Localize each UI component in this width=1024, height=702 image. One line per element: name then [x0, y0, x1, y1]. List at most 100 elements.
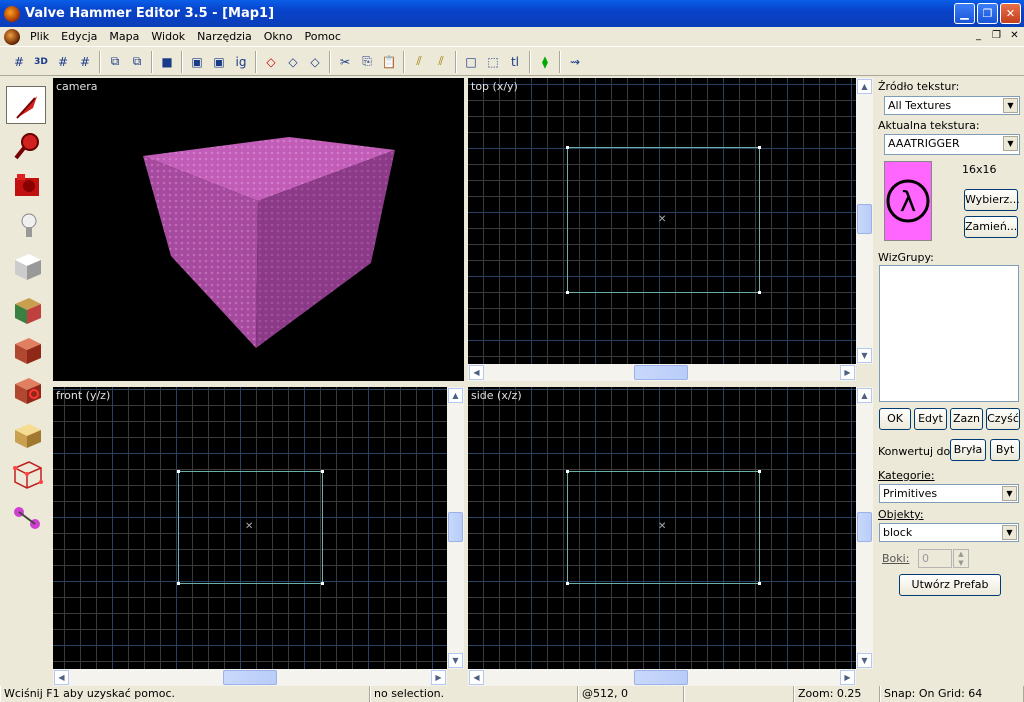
- scroll-right-icon[interactable]: ▶: [840, 365, 855, 380]
- tie-to-entity-icon[interactable]: ⫽: [408, 51, 430, 73]
- side-view-label: side (x/z): [471, 389, 522, 402]
- scroll-down-icon[interactable]: ▼: [448, 653, 463, 668]
- vizgroups-list[interactable]: [879, 265, 1019, 402]
- close-button[interactable]: ✕: [1000, 3, 1021, 24]
- chevron-down-icon[interactable]: ▼: [1003, 136, 1018, 151]
- selection-tool[interactable]: [6, 86, 46, 124]
- menu-tools[interactable]: Narzędzia: [191, 30, 258, 43]
- entity-tool[interactable]: [6, 206, 46, 244]
- to-brush-button[interactable]: Bryła: [950, 439, 986, 461]
- scroll-down-icon[interactable]: ▼: [857, 348, 872, 363]
- grid-toggle-icon[interactable]: #: [8, 51, 30, 73]
- maximize-button[interactable]: ❐: [977, 3, 998, 24]
- document-icon[interactable]: [4, 28, 20, 45]
- scroll-thumb[interactable]: [448, 512, 463, 542]
- side-horizontal-scrollbar[interactable]: ◀ ▶: [468, 669, 856, 686]
- scroll-thumb[interactable]: [857, 512, 872, 542]
- larger-grid-icon[interactable]: #: [74, 51, 96, 73]
- apply-texture-tool[interactable]: [6, 330, 46, 368]
- 3d-grid-icon[interactable]: 3D: [30, 51, 52, 73]
- smaller-grid-icon[interactable]: #: [52, 51, 74, 73]
- ungroup-icon[interactable]: ⧉: [126, 51, 148, 73]
- mdi-restore-button[interactable]: ❐: [989, 29, 1004, 43]
- top-vertical-scrollbar[interactable]: ▲ ▼: [856, 78, 873, 364]
- categories-select[interactable]: Primitives ▼: [879, 484, 1019, 503]
- scroll-up-icon[interactable]: ▲: [857, 388, 872, 403]
- cube-outline-icon[interactable]: ◇: [304, 51, 326, 73]
- scroll-left-icon[interactable]: ◀: [54, 670, 69, 685]
- magnify-tool[interactable]: [6, 126, 46, 164]
- browse-button[interactable]: Wybierz...: [964, 189, 1020, 211]
- menu-file[interactable]: Plik: [24, 30, 55, 43]
- camera-tool[interactable]: [6, 166, 46, 204]
- menu-edit[interactable]: Edycja: [55, 30, 103, 43]
- purge-button[interactable]: Czyść: [986, 408, 1020, 430]
- chevron-down-icon[interactable]: ▼: [1003, 98, 1018, 113]
- camera-viewport[interactable]: camera: [53, 78, 464, 381]
- path-tool[interactable]: [6, 498, 46, 536]
- texture-source-select[interactable]: All Textures ▼: [884, 96, 1020, 115]
- hollow-icon[interactable]: ◇: [282, 51, 304, 73]
- scroll-right-icon[interactable]: ▶: [431, 670, 446, 685]
- selection-box-icon[interactable]: □: [460, 51, 482, 73]
- texture-application-tool[interactable]: [6, 290, 46, 328]
- status-zoom: Zoom: 0.25: [794, 686, 880, 702]
- group-icon[interactable]: ⧉: [104, 51, 126, 73]
- scroll-thumb[interactable]: [634, 365, 688, 380]
- menu-map[interactable]: Mapa: [103, 30, 145, 43]
- block-tool[interactable]: [6, 246, 46, 284]
- create-prefab-button[interactable]: Utwórz Prefab: [899, 574, 1001, 596]
- chevron-down-icon[interactable]: ▼: [1002, 486, 1017, 501]
- ignore-groups-label[interactable]: ig: [230, 51, 252, 73]
- hide-unselected-icon[interactable]: ▣: [208, 51, 230, 73]
- front-horizontal-scrollbar[interactable]: ◀ ▶: [53, 669, 447, 686]
- current-texture-select[interactable]: AAATRIGGER ▼: [884, 134, 1020, 155]
- carve-icon[interactable]: ◇: [260, 51, 282, 73]
- top-viewport[interactable]: ✕ top (x/y) ▲ ▼ ◀ ▶: [468, 78, 873, 381]
- clipping-tool[interactable]: [6, 414, 46, 452]
- objects-select[interactable]: block ▼: [879, 523, 1019, 542]
- side-viewport[interactable]: ✕ side (x/z) ▲ ▼ ◀ ▶: [468, 387, 873, 686]
- texture-lock-icon[interactable]: ■: [156, 51, 178, 73]
- hide-selected-icon[interactable]: ▣: [186, 51, 208, 73]
- menu-help[interactable]: Pomoc: [299, 30, 347, 43]
- mdi-minimize-button[interactable]: _: [971, 29, 986, 43]
- scroll-thumb[interactable]: [857, 204, 872, 234]
- front-viewport[interactable]: ✕ front (y/z) ▲ ▼ ◀ ▶: [53, 387, 464, 686]
- copy-icon[interactable]: ⎘: [356, 51, 378, 73]
- scroll-left-icon[interactable]: ◀: [469, 365, 484, 380]
- move-to-world-icon[interactable]: ⫽: [430, 51, 452, 73]
- minimize-button[interactable]: ▁: [954, 3, 975, 24]
- vertex-manipulation-tool[interactable]: [6, 454, 46, 492]
- to-entity-button[interactable]: Byt: [990, 439, 1020, 461]
- run-map-icon[interactable]: ⧫: [534, 51, 556, 73]
- scroll-thumb[interactable]: [223, 670, 277, 685]
- side-vertical-scrollbar[interactable]: ▲ ▼: [856, 387, 873, 669]
- mdi-close-button[interactable]: ✕: [1007, 29, 1022, 43]
- top-horizontal-scrollbar[interactable]: ◀ ▶: [468, 364, 856, 381]
- scroll-up-icon[interactable]: ▲: [857, 79, 872, 94]
- edit-button[interactable]: Edyt: [914, 408, 947, 430]
- vertex-edit-icon[interactable]: ⇝: [564, 51, 586, 73]
- menu-window[interactable]: Okno: [258, 30, 299, 43]
- select-zoom-icon[interactable]: ⬚: [482, 51, 504, 73]
- scroll-right-icon[interactable]: ▶: [840, 670, 855, 685]
- texture-lock-label[interactable]: tl: [504, 51, 526, 73]
- scroll-left-icon[interactable]: ◀: [469, 670, 484, 685]
- scroll-thumb[interactable]: [634, 670, 688, 685]
- mark-button[interactable]: Zazn: [950, 408, 983, 430]
- faces-stepper[interactable]: ▲ ▼: [953, 549, 969, 568]
- menu-view[interactable]: Widok: [145, 30, 191, 43]
- front-vertical-scrollbar[interactable]: ▲ ▼: [447, 387, 464, 669]
- replace-button[interactable]: Zamień...: [964, 216, 1018, 238]
- cut-icon[interactable]: ✂: [334, 51, 356, 73]
- ok-button[interactable]: OK: [879, 408, 911, 430]
- texture-preview[interactable]: λ: [884, 161, 932, 241]
- paste-icon[interactable]: 📋: [378, 51, 400, 73]
- decal-tool[interactable]: [6, 370, 46, 408]
- scroll-up-icon[interactable]: ▲: [448, 388, 463, 403]
- scroll-down-icon[interactable]: ▼: [857, 653, 872, 668]
- faces-input[interactable]: 0: [918, 549, 952, 568]
- chevron-down-icon[interactable]: ▼: [1002, 525, 1017, 540]
- categories-value: Primitives: [883, 487, 938, 500]
